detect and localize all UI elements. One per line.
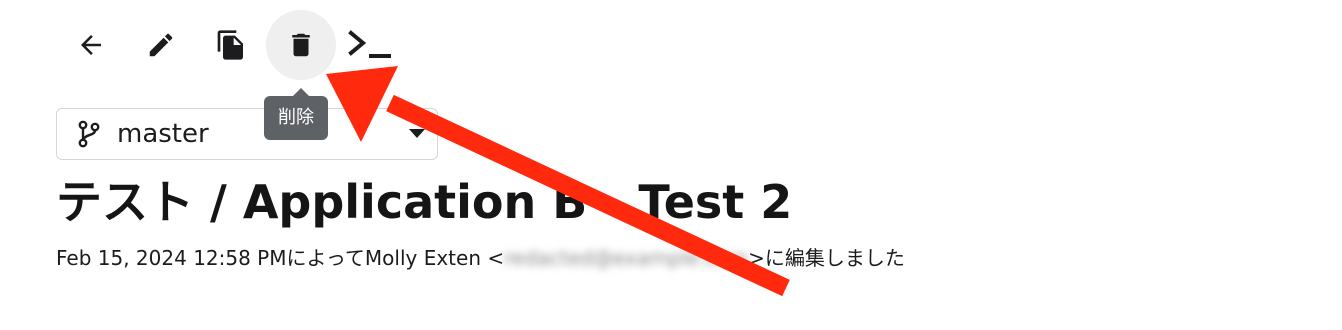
trash-icon	[286, 30, 316, 60]
terminal-icon	[345, 27, 397, 63]
branch-select-value: master	[117, 119, 209, 149]
toolbar	[56, 10, 406, 80]
back-button[interactable]	[56, 10, 126, 80]
git-branch-icon	[75, 120, 103, 148]
page-title: テスト / Application B - Test 2	[56, 175, 793, 229]
edited-info: Feb 15, 2024 12:58 PMによってMolly Exten <re…	[56, 242, 905, 271]
chevron-down-icon	[409, 129, 425, 138]
edited-info-prefix: Feb 15, 2024 12:58 PMによってMolly Exten <	[56, 246, 505, 270]
delete-tooltip: 削除	[264, 88, 328, 140]
pencil-icon	[146, 30, 176, 60]
delete-button[interactable]	[266, 10, 336, 80]
edit-button[interactable]	[126, 10, 196, 80]
redacted-email: redacted@example.com	[504, 246, 749, 270]
branch-select[interactable]: master	[56, 108, 438, 160]
duplicate-button[interactable]	[196, 10, 266, 80]
copy-icon	[215, 29, 247, 61]
edited-info-suffix: >に編集しました	[748, 246, 905, 270]
terminal-button[interactable]	[336, 10, 406, 80]
arrow-left-icon	[76, 30, 106, 60]
